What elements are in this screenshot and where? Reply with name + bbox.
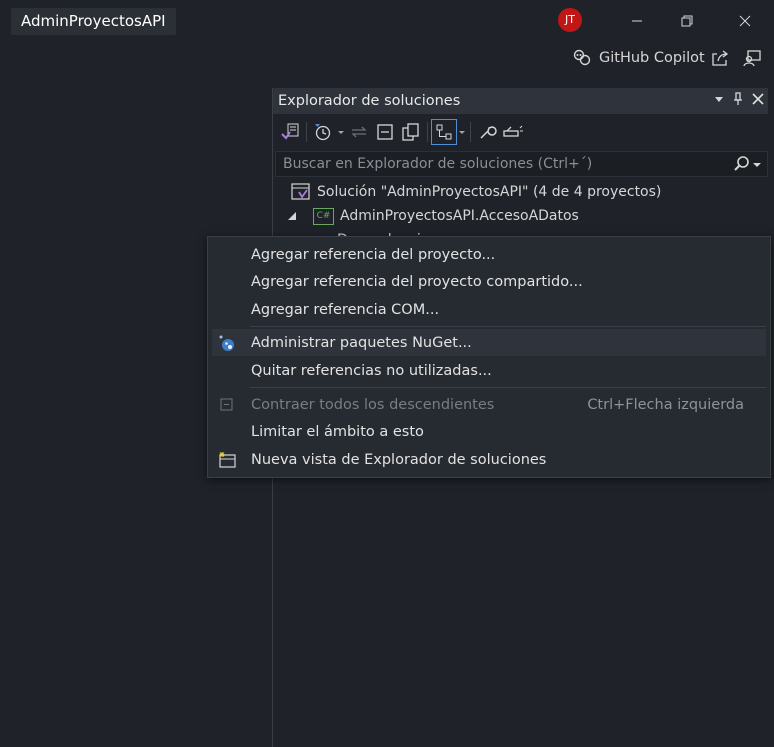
search-options-chevron-icon[interactable]	[751, 158, 763, 170]
menu-item-label: Administrar paquetes NuGet...	[251, 334, 472, 351]
solution-views-icon	[281, 123, 299, 140]
menu-item-add-shared-project-reference[interactable]: Agregar referencia del proyecto comparti…	[208, 268, 770, 295]
csharp-project-icon: C#	[313, 207, 334, 225]
hierarchy-button[interactable]	[431, 119, 457, 145]
panel-header: Explorador de soluciones	[273, 88, 768, 114]
menu-item-label: Nueva vista de Explorador de soluciones	[251, 451, 547, 468]
collapse-icon	[218, 396, 236, 414]
preview-icon	[503, 125, 523, 137]
sync-button[interactable]	[346, 119, 372, 145]
menu-item-new-explorer-view[interactable]: Nueva vista de Explorador de soluciones	[208, 446, 770, 473]
minimize-button[interactable]	[617, 6, 657, 36]
copy-files-icon	[402, 123, 419, 141]
explorer-toolbar	[273, 116, 768, 148]
menu-item-add-com-reference[interactable]: Agregar referencia COM...	[208, 296, 770, 323]
menu-item-manage-nuget[interactable]: Administrar paquetes NuGet...	[212, 329, 766, 356]
close-window-button[interactable]	[725, 6, 765, 36]
tree-item-label: Solución "AdminProyectosAPI" (4 de 4 pro…	[317, 184, 662, 200]
window-title: AdminProyectosAPI	[11, 8, 176, 35]
new-view-icon	[218, 451, 236, 469]
dropdown-arrow-icon[interactable]	[714, 94, 724, 104]
menu-separator	[250, 387, 766, 388]
expanded-arrow-icon[interactable]	[287, 211, 297, 221]
close-icon	[739, 15, 751, 27]
nuget-icon	[218, 334, 236, 352]
panel-title: Explorador de soluciones	[278, 93, 461, 109]
menu-item-collapse-descendants: Contraer todos los descendientes Ctrl+Fl…	[208, 391, 770, 418]
copilot-icon	[573, 49, 591, 66]
menu-item-shortcut: Ctrl+Flecha izquierda	[587, 396, 744, 413]
preview-button[interactable]	[500, 119, 526, 145]
search-box[interactable]: Buscar en Explorador de soluciones (Ctrl…	[275, 151, 768, 177]
tree-item-project[interactable]: C# AdminProyectosAPI.AccesoADatos	[273, 204, 768, 228]
share-button[interactable]	[708, 46, 732, 70]
menu-item-label: Agregar referencia del proyecto comparti…	[251, 273, 583, 290]
menu-item-label: Quitar referencias no utilizadas...	[251, 362, 492, 379]
show-all-files-button[interactable]	[398, 119, 424, 145]
chevron-down-icon[interactable]	[457, 127, 467, 137]
menu-item-label: Limitar el ámbito a esto	[251, 423, 424, 440]
pending-changes-button[interactable]	[310, 119, 336, 145]
properties-button[interactable]	[474, 119, 500, 145]
copilot-button[interactable]: GitHub Copilot	[572, 46, 705, 70]
menu-item-label: Contraer todos los descendientes	[251, 396, 495, 413]
search-icon[interactable]	[733, 155, 751, 173]
user-avatar[interactable]: JT	[558, 8, 582, 32]
feedback-icon	[743, 50, 761, 67]
menu-item-add-project-reference[interactable]: Agregar referencia del proyecto...	[208, 241, 770, 268]
switch-views-button[interactable]	[277, 119, 303, 145]
menu-item-label: Agregar referencia del proyecto...	[251, 246, 496, 263]
menu-item-scope-to-this[interactable]: Limitar el ámbito a esto	[208, 418, 770, 445]
clock-icon	[315, 124, 331, 141]
share-icon	[712, 50, 729, 66]
tree-item-solution[interactable]: Solución "AdminProyectosAPI" (4 de 4 pro…	[273, 180, 768, 204]
menu-item-remove-unused-references[interactable]: Quitar referencias no utilizadas...	[208, 357, 770, 384]
close-panel-icon[interactable]	[752, 93, 764, 105]
context-menu: Agregar referencia del proyecto... Agreg…	[207, 236, 771, 478]
solution-icon	[291, 183, 310, 200]
minimize-icon	[632, 20, 642, 22]
collapse-all-button[interactable]	[372, 119, 398, 145]
hierarchy-icon	[436, 124, 452, 140]
copilot-label: GitHub Copilot	[599, 50, 705, 66]
chevron-down-icon[interactable]	[336, 127, 346, 137]
search-placeholder: Buscar en Explorador de soluciones (Ctrl…	[283, 156, 593, 172]
restore-icon	[681, 15, 693, 27]
collapse-all-icon	[377, 124, 393, 140]
feedback-button[interactable]	[740, 46, 764, 70]
restore-button[interactable]	[667, 6, 707, 36]
sync-arrows-icon	[351, 126, 367, 138]
tree-item-label: AdminProyectosAPI.AccesoADatos	[340, 208, 579, 224]
menu-separator	[250, 326, 766, 327]
pin-icon[interactable]	[732, 92, 744, 106]
wrench-icon	[480, 126, 497, 139]
menu-item-label: Agregar referencia COM...	[251, 301, 440, 318]
